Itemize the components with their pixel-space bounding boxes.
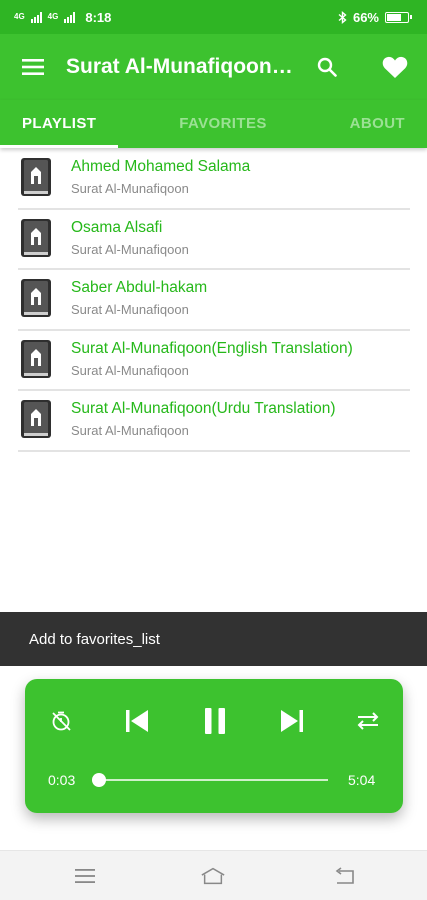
tab-favorites[interactable]: FAVORITES bbox=[157, 100, 289, 148]
tab-bar: PLAYLIST FAVORITES ABOUT bbox=[0, 100, 427, 148]
network-label-2: 4G bbox=[47, 12, 59, 21]
bluetooth-icon bbox=[338, 10, 347, 24]
battery-icon bbox=[385, 11, 412, 23]
list-item-title: Osama Alsafi bbox=[71, 218, 163, 236]
network-indicator-1: 4G bbox=[14, 13, 25, 21]
system-nav-bar bbox=[0, 850, 427, 900]
page-title: Surat Al-Munafiqoon… bbox=[66, 55, 293, 78]
list-item-title: Ahmed Mohamed Salama bbox=[71, 158, 251, 175]
back-button[interactable] bbox=[331, 864, 357, 888]
skip-previous-icon bbox=[126, 710, 148, 732]
pause-icon bbox=[205, 708, 225, 734]
quran-book-icon bbox=[21, 400, 51, 438]
app-bar: Surat Al-Munafiqoon… bbox=[0, 34, 427, 100]
recents-icon bbox=[75, 869, 95, 883]
seek-handle[interactable] bbox=[92, 773, 106, 787]
quran-book-icon bbox=[21, 158, 51, 196]
sleep-timer-button[interactable] bbox=[47, 704, 75, 738]
list-item-subtitle: Surat Al-Munafiqoon bbox=[71, 423, 189, 438]
skip-next-icon bbox=[281, 710, 303, 732]
status-right: 66% bbox=[338, 9, 412, 25]
list-item-title: Surat Al-Munafiqoon(English Translation) bbox=[71, 339, 353, 357]
signal-icon bbox=[30, 11, 42, 23]
network-label-1: 4G bbox=[14, 12, 25, 21]
current-time: 0:03 bbox=[48, 772, 76, 788]
back-icon bbox=[335, 867, 354, 884]
network-indicator-2: 4G bbox=[48, 13, 59, 21]
list-item-title: Saber Abdul-hakam bbox=[71, 279, 208, 296]
pause-button[interactable] bbox=[200, 704, 230, 738]
list-item[interactable]: Surat Al-Munafiqoon(Urdu Translation) Su… bbox=[18, 391, 410, 452]
list-item-subtitle: Surat Al-Munafiqoon bbox=[71, 241, 189, 257]
list-item-subtitle: Surat Al-Munafiqoon bbox=[71, 362, 189, 378]
seek-bar[interactable] bbox=[100, 779, 328, 781]
playlist: Ahmed Mohamed Salama Surat Al-Munafiqoon… bbox=[18, 149, 410, 452]
tab-playlist[interactable]: PLAYLIST bbox=[0, 100, 119, 148]
search-icon bbox=[317, 57, 337, 77]
battery-percent: 66% bbox=[352, 9, 379, 25]
quran-book-icon bbox=[21, 279, 51, 317]
snackbar-message: Add to favorites_list bbox=[29, 630, 160, 648]
heart-icon bbox=[382, 56, 408, 78]
status-bar: 4G 4G 8:18 66% bbox=[0, 0, 427, 34]
previous-button[interactable] bbox=[122, 704, 152, 738]
timer-off-icon bbox=[52, 711, 71, 731]
media-player: 0:03 5:04 bbox=[25, 679, 403, 813]
favorite-button[interactable] bbox=[372, 47, 418, 87]
quran-book-icon bbox=[21, 339, 51, 378]
next-button[interactable] bbox=[277, 704, 307, 738]
menu-button[interactable] bbox=[0, 34, 66, 100]
list-item[interactable]: Saber Abdul-hakam Surat Al-Munafiqoon bbox=[18, 270, 410, 331]
clock: 8:18 bbox=[85, 9, 112, 25]
repeat-icon bbox=[357, 712, 379, 730]
tab-about[interactable]: ABOUT bbox=[328, 100, 427, 148]
repeat-button[interactable] bbox=[353, 704, 383, 738]
snackbar: Add to favorites_list bbox=[0, 612, 427, 666]
search-button[interactable] bbox=[305, 47, 349, 87]
home-icon bbox=[201, 867, 225, 885]
list-item[interactable]: Ahmed Mohamed Salama Surat Al-Munafiqoon bbox=[18, 149, 410, 210]
list-item-subtitle: Surat Al-Munafiqoon bbox=[71, 181, 189, 196]
list-item-subtitle: Surat Al-Munafiqoon bbox=[71, 302, 189, 317]
signal-icon-2 bbox=[64, 11, 76, 23]
status-left: 4G 4G 8:18 bbox=[14, 10, 111, 25]
menu-icon bbox=[22, 59, 44, 75]
recents-button[interactable] bbox=[72, 864, 98, 888]
list-item[interactable]: Osama Alsafi Surat Al-Munafiqoon bbox=[18, 210, 410, 270]
home-button[interactable] bbox=[200, 864, 226, 888]
quran-book-icon bbox=[21, 218, 51, 257]
list-item[interactable]: Surat Al-Munafiqoon(English Translation)… bbox=[18, 331, 410, 391]
total-time: 5:04 bbox=[348, 772, 376, 788]
list-item-title: Surat Al-Munafiqoon(Urdu Translation) bbox=[71, 400, 336, 417]
